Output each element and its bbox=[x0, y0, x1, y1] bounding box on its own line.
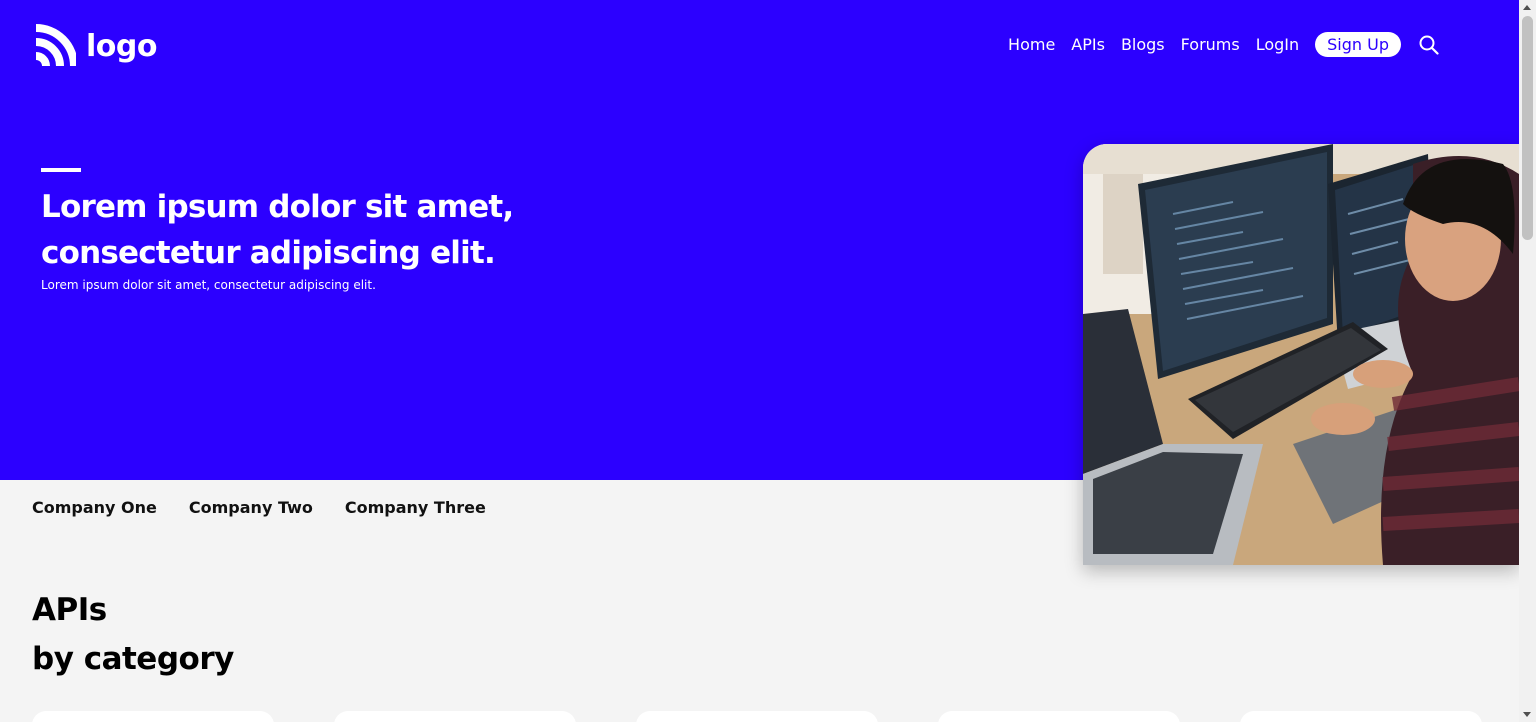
nav-apis[interactable]: APIs bbox=[1071, 35, 1105, 54]
company-list: Company One Company Two Company Three bbox=[32, 498, 486, 517]
logo-text: logo bbox=[86, 28, 157, 64]
scroll-thumb[interactable] bbox=[1522, 16, 1533, 240]
category-cards bbox=[32, 711, 1482, 722]
category-card[interactable] bbox=[938, 711, 1180, 722]
logo[interactable]: logo bbox=[32, 24, 157, 68]
category-card[interactable] bbox=[1240, 711, 1482, 722]
nav-blogs[interactable]: Blogs bbox=[1121, 35, 1165, 54]
hero-title: Lorem ipsum dolor sit amet, consectetur … bbox=[41, 189, 514, 271]
hero-subtitle: Lorem ipsum dolor sit amet, consectetur … bbox=[41, 278, 376, 292]
company-item: Company Two bbox=[188, 498, 313, 517]
hero-photo bbox=[1083, 144, 1519, 565]
category-card[interactable] bbox=[636, 711, 878, 722]
section-title: APIs by category bbox=[32, 586, 234, 684]
company-item: Company One bbox=[32, 498, 157, 517]
page-scrollbar[interactable] bbox=[1519, 0, 1536, 722]
nav-home[interactable]: Home bbox=[1008, 35, 1055, 54]
category-card[interactable] bbox=[32, 711, 274, 722]
scroll-up-arrow-icon[interactable] bbox=[1523, 5, 1531, 10]
main-nav: Home APIs Blogs Forums LogIn Sign Up bbox=[1008, 32, 1439, 57]
section-title-line1: APIs bbox=[32, 592, 107, 628]
signup-button[interactable]: Sign Up bbox=[1315, 32, 1401, 57]
nav-forums[interactable]: Forums bbox=[1181, 35, 1240, 54]
company-item: Company Three bbox=[344, 498, 486, 517]
title-accent-bar bbox=[41, 168, 81, 172]
search-icon[interactable] bbox=[1419, 35, 1439, 55]
scroll-down-arrow-icon[interactable] bbox=[1523, 712, 1531, 717]
section-title-line2: by category bbox=[32, 641, 234, 677]
nav-login[interactable]: LogIn bbox=[1256, 35, 1299, 54]
logo-icon bbox=[35, 24, 76, 67]
category-card[interactable] bbox=[334, 711, 576, 722]
